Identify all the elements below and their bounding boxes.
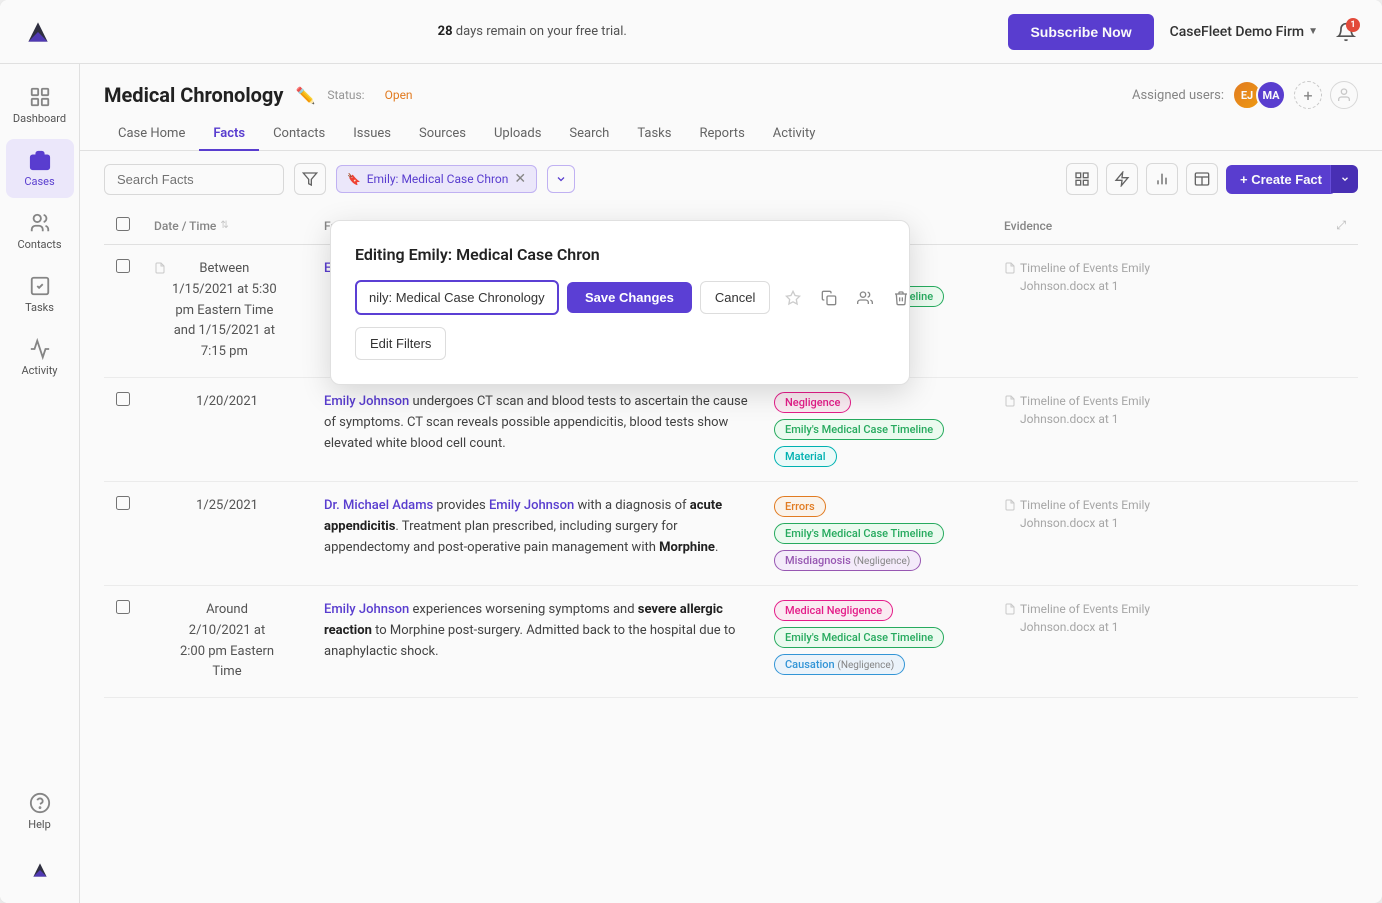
edit-name-input[interactable] [355,280,559,315]
popup-icon-buttons [778,283,916,313]
save-changes-button[interactable]: Save Changes [567,282,692,313]
copy-icon-button[interactable] [814,283,844,313]
trash-icon-button[interactable] [886,283,916,313]
edit-filters-row: Edit Filters [355,327,885,360]
cancel-button[interactable]: Cancel [700,281,770,314]
edit-popup-input-row: Save Changes Cancel [355,280,885,315]
users-icon-button[interactable] [850,283,880,313]
star-icon-button[interactable] [778,283,808,313]
edit-popup: Editing Emily: Medical Case Chron Save C… [330,220,910,385]
edit-popup-title: Editing Emily: Medical Case Chron [355,245,885,264]
edit-filters-button[interactable]: Edit Filters [355,327,446,360]
popup-overlay[interactable] [0,0,1382,903]
